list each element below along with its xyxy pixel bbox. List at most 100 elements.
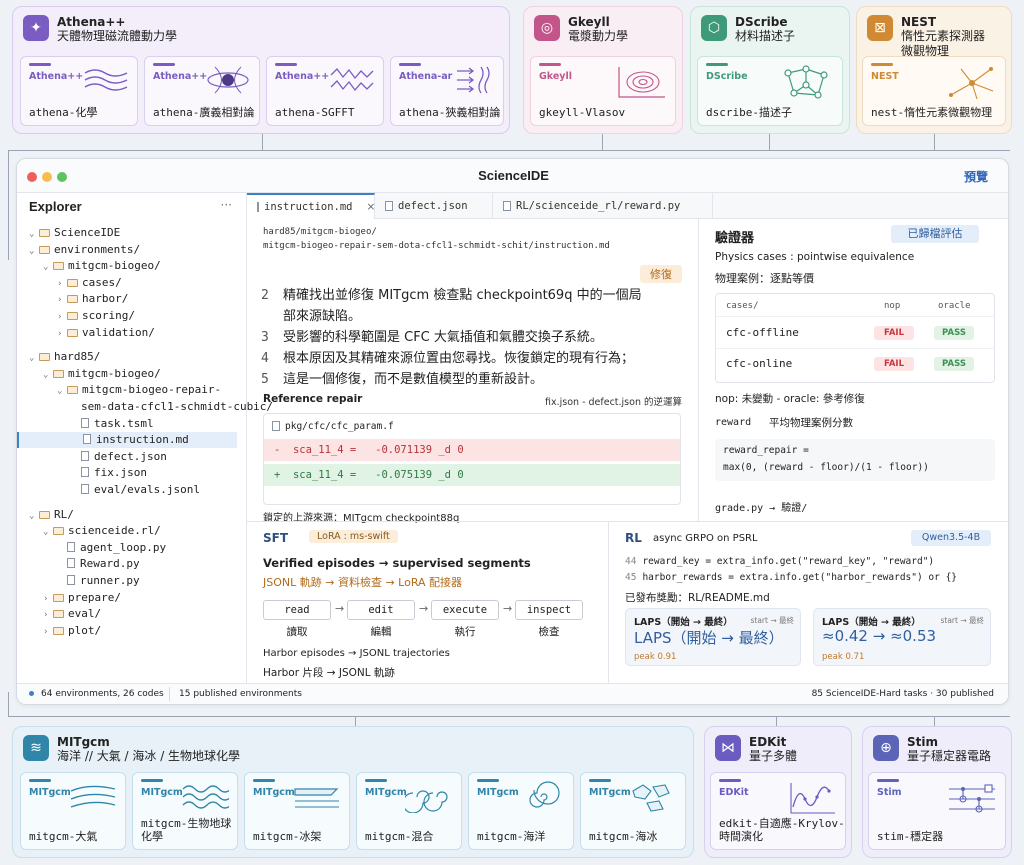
file-icon — [81, 484, 89, 494]
card-tag: NEST — [871, 71, 899, 82]
explorer-more-icon[interactable]: ··· — [221, 198, 232, 212]
card-tag: MITgcm — [29, 787, 71, 798]
chevron-down-icon[interactable]: ⌄ — [57, 383, 67, 399]
chevron-right-icon[interactable]: › — [57, 309, 67, 325]
metric-small: start → 最終 — [940, 616, 984, 625]
tree-folder[interactable]: › harbor/ — [17, 291, 237, 308]
line-number: 2 — [261, 288, 269, 303]
file-icon — [67, 575, 75, 585]
molecule-graph-icon — [784, 65, 828, 99]
chevron-down-icon[interactable]: ⌄ — [29, 226, 39, 242]
group-subtitle: 海洋 // 大氣 / 海冰 / 生物地球化學 — [57, 749, 241, 763]
tree-folder[interactable]: › prepare/ — [17, 590, 237, 607]
tree-file[interactable]: instruction.md — [17, 432, 237, 449]
rl-panel: RL async GRPO on PSRL Qwen3.5-4B 44 rewar… — [609, 521, 1008, 683]
sft-foot-en: Harbor episodes → JSONL trajectories — [263, 648, 450, 659]
chevron-down-icon[interactable]: ⌄ — [29, 350, 39, 366]
env-card-stim[interactable]: Stim stim-穩定器 — [868, 772, 1006, 850]
tree-folder[interactable]: ⌄ mitgcm-biogeo/ — [17, 258, 237, 275]
tree-folder[interactable]: ⌄ ScienceIDE — [17, 225, 237, 242]
chevron-down-icon[interactable]: ⌄ — [29, 508, 39, 524]
env-card-mitgcm-ocean[interactable]: MITgcm mitgcm-海洋 — [468, 772, 574, 850]
chevron-down-icon[interactable]: ⌄ — [43, 367, 53, 383]
card-tag: Athena++ — [153, 71, 208, 82]
reward-code-block: reward_repair = max(0, (reward - floor)/… — [715, 439, 995, 481]
env-card-athena-gr[interactable]: Athena++ athena-廣義相對論 — [144, 56, 260, 126]
file-icon — [81, 417, 89, 428]
env-card-mitgcm-seaice[interactable]: MITgcm mitgcm-海冰 — [580, 772, 686, 850]
env-card-mitgcm-mixing[interactable]: MITgcm mitgcm-混合 — [356, 772, 462, 850]
diff-block: pkg/cfc/cfc_param.f - sca_11_4 = -0.0711… — [263, 413, 681, 505]
tree-folder[interactable]: › plot/ — [17, 623, 237, 640]
reward-label: reward — [715, 417, 752, 428]
chevron-down-icon[interactable]: ⌄ — [29, 243, 39, 259]
tree-folder[interactable]: ⌄ hard85/ — [17, 349, 237, 366]
nop-note: nop: 未變動 - oracle: 參考修復 — [715, 393, 865, 405]
tree-folder[interactable]: › eval/ — [17, 606, 237, 623]
grade-link[interactable]: grade.py → 驗證/ — [715, 499, 807, 514]
case-name: cfc-online — [726, 357, 793, 370]
preview-button[interactable]: 預覽 — [964, 168, 988, 185]
tab-defect[interactable]: defect.json — [375, 193, 493, 219]
env-card-athena-chemistry[interactable]: Athena++ athena-化學 — [20, 56, 138, 126]
tab-instruction[interactable]: instruction.md × — [247, 193, 375, 219]
tree-file[interactable]: Reward.py — [17, 556, 237, 572]
tree-folder[interactable]: › cases/ — [17, 275, 237, 292]
env-card-athena-sr[interactable]: Athena-ar athena-狹義相對論 — [390, 56, 504, 126]
col-header-oracle: oracle — [938, 301, 971, 311]
metric-card: LAPS（開始 → 最終） start → 最終 ≈0.42 → ≈0.53 p… — [813, 608, 991, 666]
validator-title: 驗證器 — [715, 231, 755, 246]
tree-folder[interactable]: ⌄ mitgcm-biogeo/ — [17, 366, 237, 383]
tree-file[interactable]: fix.json — [17, 465, 237, 481]
env-card-mitgcm-atmosphere[interactable]: MITgcm mitgcm-大氣 — [20, 772, 126, 850]
chevron-down-icon[interactable]: ⌄ — [43, 524, 53, 540]
ocean-waves-icon — [182, 785, 229, 809]
card-label: athena-廣義相對論 — [153, 106, 255, 119]
tab-close-icon[interactable]: × — [367, 201, 376, 213]
metric-value: LAPS（開始 → 最終） — [634, 629, 784, 647]
card-label: mitgcm-生物地球 化學 — [141, 817, 232, 843]
chevron-right-icon[interactable]: › — [57, 276, 67, 292]
tree-file[interactable]: runner.py — [17, 573, 237, 589]
tab-reward[interactable]: RL/scienceide_rl/reward.py — [493, 193, 713, 219]
card-label: dscribe-描述子 — [706, 106, 792, 119]
tree-item-label: mitgcm-biogeo/ — [68, 259, 161, 273]
tree-folder[interactable]: ⌄ mitgcm-biogeo-repair- — [17, 382, 237, 399]
wind-flow-icon — [70, 785, 116, 808]
folder-icon — [53, 610, 64, 619]
tree-file[interactable]: task.tsml — [17, 416, 237, 432]
chevron-right-icon[interactable]: › — [43, 624, 53, 640]
chevron-right-icon[interactable]: › — [57, 292, 67, 308]
chevron-right-icon[interactable]: › — [43, 607, 53, 623]
env-card-mitgcm-biogeochem[interactable]: MITgcm mitgcm-生物地球 化學 — [132, 772, 238, 850]
tree-file[interactable]: eval/evals.jsonl — [17, 482, 237, 498]
line-text: 精確找出並修復 MITgcm 檢查點 checkpoint69q 中的一個局 — [283, 288, 642, 303]
tree-folder[interactable]: ⌄ RL/ — [17, 507, 237, 524]
chevron-down-icon[interactable]: ⌄ — [43, 259, 53, 275]
env-card-athena-sgfft[interactable]: Athena++ athena-SGFFT — [266, 56, 384, 126]
group-name: Stim — [907, 735, 938, 749]
tree-folder[interactable]: ⌄ environments/ — [17, 242, 237, 259]
file-icon — [67, 558, 75, 569]
rl-title: RL — [625, 531, 642, 545]
tree-file[interactable]: sem-data-cfcl1-schmidt-cubic/ — [17, 399, 273, 415]
env-card-edkit[interactable]: EDKit edkit-自適應-Krylov- 時間演化 — [710, 772, 846, 850]
tree-folder[interactable]: › validation/ — [17, 325, 237, 342]
folder-icon — [67, 386, 78, 395]
status-published: 15 published environments — [179, 689, 302, 699]
time-evolution-plot-icon — [790, 783, 835, 814]
tree-file[interactable]: defect.json — [17, 449, 237, 465]
group-name: MITgcm — [57, 735, 110, 749]
env-card-dscribe[interactable]: DScribe dscribe-描述子 — [697, 56, 843, 126]
chevron-right-icon[interactable]: › — [57, 326, 67, 342]
col-header-nop: nop — [884, 301, 901, 311]
tree-folder[interactable]: › scoring/ — [17, 308, 237, 325]
env-card-nest[interactable]: NEST nest-惰性元素微觀物理 — [862, 56, 1006, 126]
tree-file[interactable]: agent_loop.py — [17, 540, 237, 556]
tree-item-label: mitgcm-biogeo/ — [68, 366, 161, 380]
env-card-gkeyll-vlasov[interactable]: Gkeyll gkeyll-Vlasov — [530, 56, 676, 126]
env-card-mitgcm-iceshelf[interactable]: MITgcm mitgcm-冰架 — [244, 772, 350, 850]
rl-desc: async GRPO on PSRL — [653, 533, 758, 544]
chevron-right-icon[interactable]: › — [43, 591, 53, 607]
tree-folder[interactable]: ⌄ scienceide.rl/ — [17, 523, 237, 540]
